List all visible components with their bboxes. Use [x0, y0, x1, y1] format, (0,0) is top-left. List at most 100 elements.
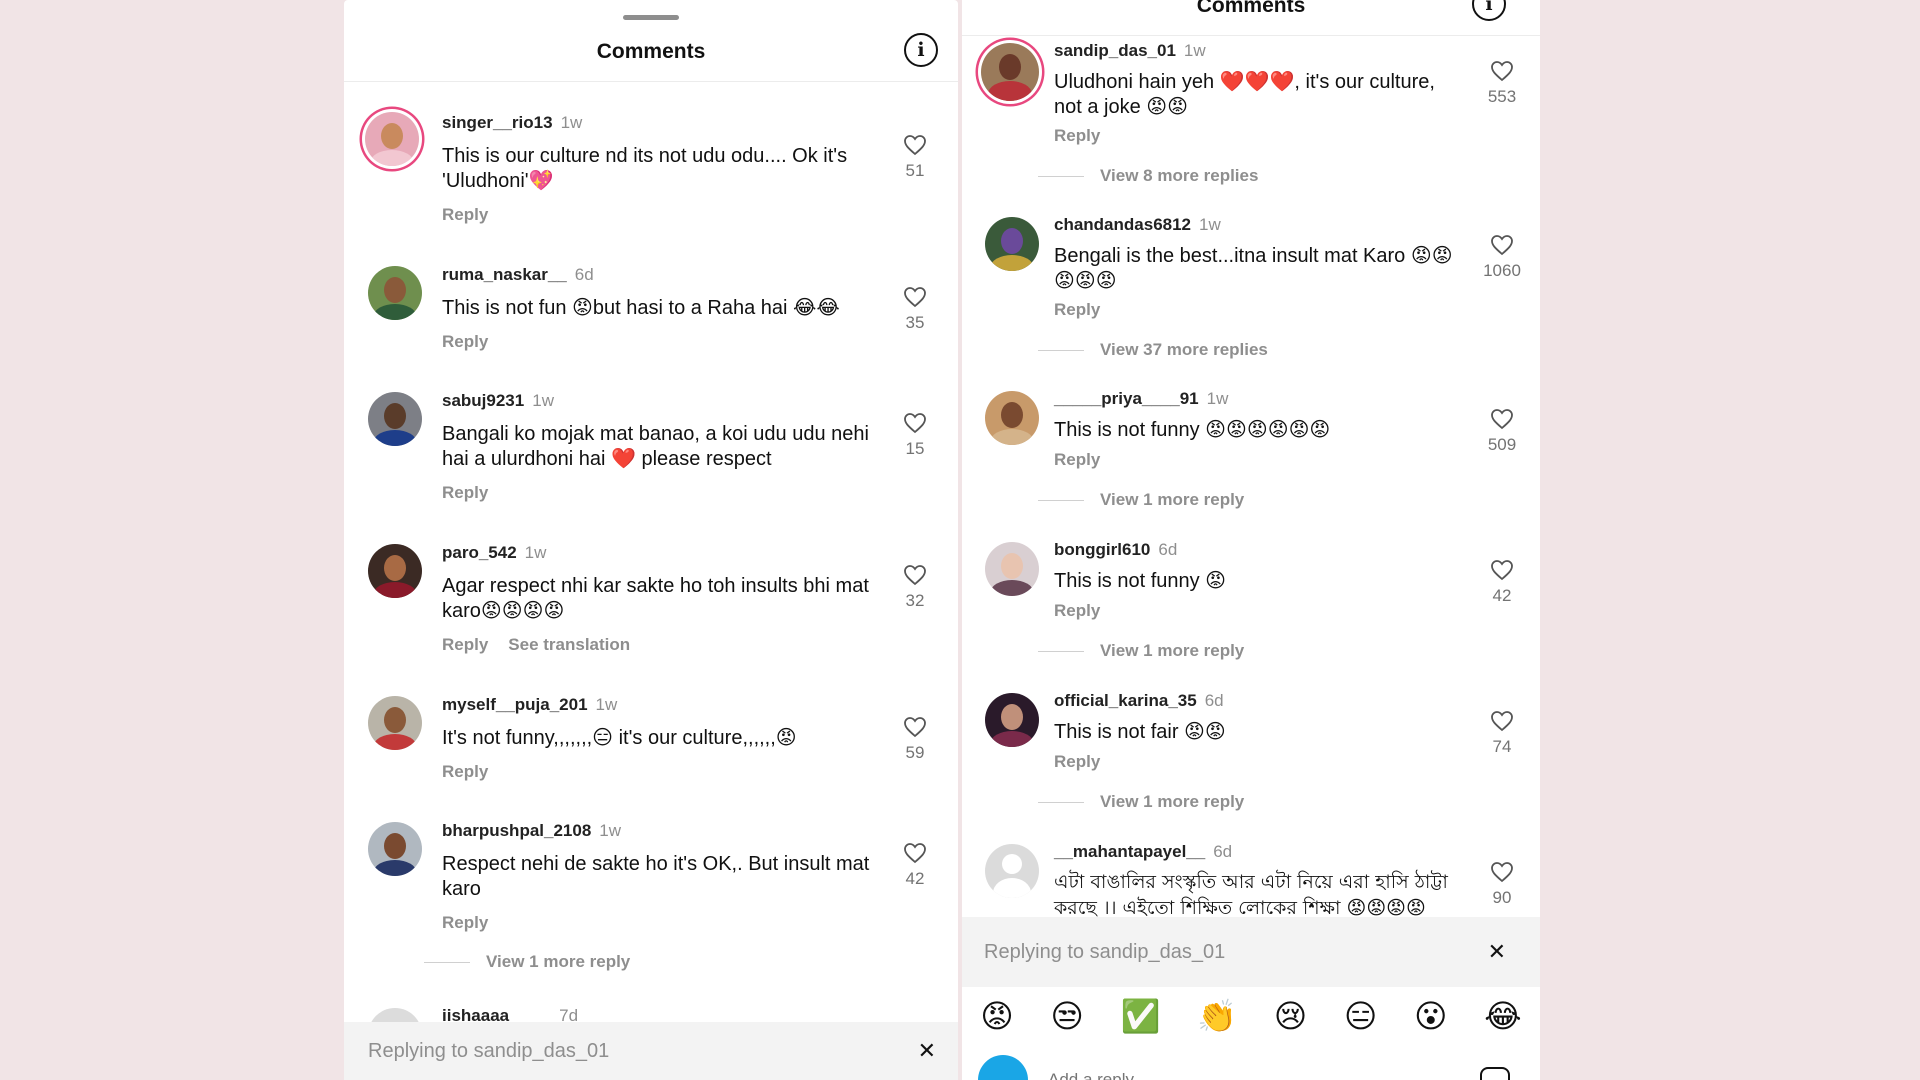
gif-sticker-icon[interactable] [1480, 1067, 1510, 1080]
avatar[interactable] [368, 544, 422, 598]
avatar[interactable] [368, 392, 422, 446]
avatar[interactable] [981, 43, 1039, 101]
like-count: 74 [1492, 737, 1512, 756]
close-icon[interactable]: ✕ [918, 1039, 936, 1064]
view-more-replies[interactable]: View 37 more replies [1038, 340, 1268, 360]
reply-button[interactable]: Reply [1054, 300, 1100, 319]
comment-time: 6d [1213, 842, 1233, 861]
quick-emoji-row: 😡 😒 ✅ 👏 😢 😑 😮 😂 [962, 997, 1540, 1047]
heart-icon[interactable] [1490, 60, 1514, 82]
sheet-header: Comments i [962, 0, 1540, 36]
emoji-button[interactable]: 😢 [1274, 997, 1307, 1047]
compose-row [962, 1055, 1540, 1080]
heart-icon[interactable] [903, 716, 927, 738]
reply-button[interactable]: Reply [442, 635, 488, 654]
like-control[interactable]: 35 [895, 286, 935, 333]
reply-button[interactable]: Reply [442, 483, 488, 502]
heart-icon[interactable] [1490, 710, 1514, 732]
comment-username[interactable]: bonggirl610 [1054, 540, 1150, 559]
view-more-replies[interactable]: View 1 more reply [1038, 490, 1244, 510]
avatar[interactable] [985, 217, 1039, 271]
avatar[interactable] [368, 266, 422, 320]
avatar[interactable] [365, 112, 419, 166]
like-count: 553 [1487, 87, 1517, 106]
comment-username[interactable]: _____priya____91 [1054, 389, 1199, 408]
view-more-replies[interactable]: View 1 more reply [1038, 641, 1244, 661]
emoji-button[interactable]: ✅ [1121, 997, 1161, 1047]
comment-username[interactable]: ruma_naskar__ [442, 265, 567, 284]
like-control[interactable]: 32 [895, 564, 935, 611]
comment-text: This is our culture nd its not udu odu..… [442, 145, 848, 192]
like-control[interactable]: 59 [895, 716, 935, 763]
comment-username[interactable]: paro_542 [442, 543, 517, 562]
info-icon[interactable]: i [904, 33, 938, 67]
heart-icon[interactable] [903, 134, 927, 156]
heart-icon[interactable] [1490, 408, 1514, 430]
emoji-button[interactable]: 👏 [1197, 997, 1237, 1047]
comment-username[interactable]: sandip_das_01 [1054, 41, 1176, 60]
like-control[interactable]: 15 [895, 412, 935, 459]
replying-to-label: Replying to sandip_das_01 [368, 1039, 610, 1062]
view-more-replies[interactable]: View 1 more reply [1038, 792, 1244, 812]
reply-button[interactable]: Reply [1054, 450, 1100, 469]
comment-item: __mahantapayel__ 6d এটা বাঙালির সংস্কৃতি … [962, 841, 1540, 917]
emoji-button[interactable]: 😡 [980, 997, 1013, 1047]
like-control[interactable]: 509 [1482, 408, 1522, 455]
close-icon[interactable]: ✕ [1488, 940, 1506, 965]
like-control[interactable]: 1060 [1482, 234, 1522, 281]
comment-username[interactable]: chandandas6812 [1054, 215, 1191, 234]
comment-username[interactable]: official_karina_35 [1054, 691, 1197, 710]
reply-button[interactable]: Reply [442, 205, 488, 224]
heart-icon[interactable] [1490, 559, 1514, 581]
comment-text: This is not fun 😡but hasi to a Raha hai … [442, 297, 840, 319]
like-control[interactable]: 42 [895, 842, 935, 889]
reply-button[interactable]: Reply [1054, 601, 1100, 620]
avatar[interactable] [368, 696, 422, 750]
like-control[interactable]: 90 [1482, 861, 1522, 908]
avatar[interactable] [985, 391, 1039, 445]
comment-text: এটা বাঙালির সংস্কৃতি আর এটা নিয়ে এরা হা… [1054, 871, 1448, 917]
comment-username[interactable]: singer__rio13 [442, 113, 553, 132]
reply-input[interactable] [1048, 1067, 1428, 1080]
reply-button[interactable]: Reply [442, 913, 488, 932]
view-more-replies[interactable]: View 8 more replies [1038, 166, 1258, 186]
like-count: 42 [905, 869, 925, 888]
comment-time: 1w [1206, 389, 1229, 408]
comment-time: 1w [560, 113, 583, 132]
emoji-button[interactable]: 😂 [1484, 997, 1521, 1047]
like-control[interactable]: 553 [1482, 60, 1522, 107]
reply-button[interactable]: Reply [1054, 752, 1100, 771]
like-control[interactable]: 42 [1482, 559, 1522, 606]
comment-text: Respect nehi de sakte ho it's OK,. But i… [442, 853, 870, 900]
heart-icon[interactable] [903, 842, 927, 864]
heart-icon[interactable] [903, 412, 927, 434]
reply-button[interactable]: Reply [442, 762, 488, 781]
comment-username[interactable]: bharpushpal_2108 [442, 821, 591, 840]
avatar[interactable] [985, 542, 1039, 596]
emoji-button[interactable]: 😑 [1344, 997, 1377, 1047]
comment-username[interactable]: myself__puja_201 [442, 695, 588, 714]
like-count: 42 [1492, 586, 1512, 605]
heart-icon[interactable] [903, 286, 927, 308]
heart-icon[interactable] [1490, 234, 1514, 256]
like-count: 32 [905, 591, 925, 610]
heart-icon[interactable] [903, 564, 927, 586]
comment-username[interactable]: sabuj9231 [442, 391, 524, 410]
replying-to-label: Replying to sandip_das_01 [984, 940, 1226, 963]
avatar[interactable] [985, 844, 1039, 898]
like-count: 509 [1487, 435, 1517, 454]
reply-button[interactable]: Reply [442, 332, 488, 351]
avatar[interactable] [368, 822, 422, 876]
see-translation-button[interactable]: See translation [508, 635, 630, 654]
heart-icon[interactable] [1490, 861, 1514, 883]
comment-username[interactable]: __mahantapayel__ [1054, 842, 1205, 861]
avatar[interactable] [985, 693, 1039, 747]
like-control[interactable]: 74 [1482, 710, 1522, 757]
comment-time: 6d [574, 265, 594, 284]
emoji-button[interactable]: 😒 [1051, 997, 1084, 1047]
reply-button[interactable]: Reply [1054, 126, 1100, 145]
like-control[interactable]: 51 [895, 134, 935, 181]
view-more-replies[interactable]: View 1 more reply [424, 952, 630, 972]
emoji-button[interactable]: 😮 [1414, 997, 1447, 1047]
sheet-title: Comments [596, 40, 706, 63]
